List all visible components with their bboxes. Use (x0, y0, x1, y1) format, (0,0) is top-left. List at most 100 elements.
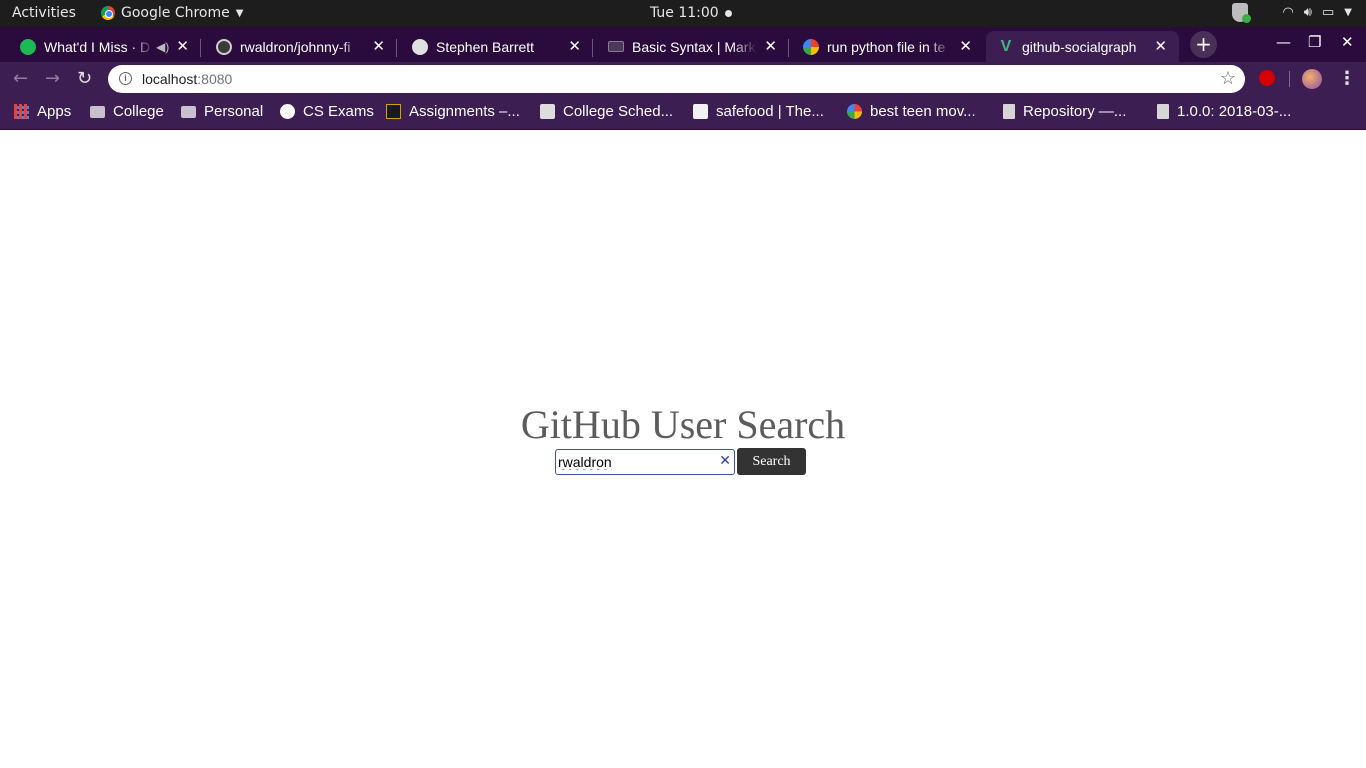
github-icon (216, 38, 232, 55)
safefood-icon (693, 104, 708, 119)
new-tab-button[interactable]: + (1190, 31, 1217, 58)
bookmark-assignments[interactable]: Assignments –... (386, 103, 520, 120)
tab-title: run python file in te (827, 38, 946, 55)
toolbar-divider (1289, 71, 1290, 87)
system-tray[interactable]: ◠ 🔊︎ ▭ ▼ (1232, 3, 1352, 23)
google-icon (803, 38, 819, 55)
caret-down-icon[interactable]: ▼ (1344, 7, 1352, 18)
cs-exams-icon (280, 104, 295, 119)
tab-separator (396, 39, 397, 57)
tab-title: Stephen Barrett (436, 38, 535, 55)
clock[interactable]: Tue 11:00 (650, 5, 732, 21)
folder-icon (90, 105, 105, 118)
spotify-icon (20, 38, 36, 55)
bookmark-college-schedule[interactable]: College Sched... (540, 103, 673, 120)
notification-dot-icon (724, 9, 732, 17)
address-bar[interactable]: i localhost:8080 ☆ (108, 65, 1245, 93)
apps-grid-icon (14, 104, 29, 119)
clock-label: Tue 11:00 (650, 5, 719, 21)
markdown-icon (608, 41, 624, 52)
wifi-icon[interactable]: ◠ (1282, 5, 1293, 20)
bookmark-label: College Sched... (563, 103, 674, 120)
bookmark-label: Assignments –... (409, 103, 520, 120)
bookmark-release[interactable]: 1.0.0: 2018-03-... (1157, 103, 1291, 120)
battery-icon[interactable]: ▭ (1322, 5, 1334, 20)
tab-markdown[interactable]: Basic Syntax | Mark ✕ (596, 31, 789, 62)
page-title: GitHub User Search (520, 402, 846, 447)
back-arrow-icon[interactable]: ← (13, 68, 28, 89)
bookmark-label: College (113, 103, 164, 120)
kebab-menu-icon[interactable]: ⋮ (1338, 68, 1356, 89)
close-icon[interactable]: ✕ (568, 37, 581, 55)
close-icon[interactable]: ✕ (1154, 37, 1167, 55)
tab-github-socialgraph[interactable]: V github-socialgraph ✕ (986, 31, 1179, 62)
close-icon[interactable]: ✕ (764, 37, 777, 55)
tab-github[interactable]: rwaldron/johnny-fi ✕ (204, 31, 397, 62)
tab-strip: What'd I Miss · D ◀) ✕ rwaldron/johnny-f… (0, 27, 1366, 62)
system-top-bar: Activities Google Chrome ▼ Tue 11:00 ◠ 🔊… (0, 0, 1366, 27)
volume-icon[interactable]: 🔊︎ (1304, 5, 1312, 20)
close-window-icon[interactable]: ✕ (1341, 33, 1354, 51)
bookmark-repository[interactable]: Repository —... (1003, 103, 1126, 120)
bookmark-label: CS Exams (303, 103, 374, 120)
close-icon[interactable]: ✕ (176, 37, 189, 55)
maximize-icon[interactable]: ❐ (1308, 33, 1321, 51)
clear-icon[interactable]: ✕ (719, 453, 731, 469)
tab-title: Basic Syntax | Mark (632, 38, 756, 55)
tab-separator (200, 39, 201, 57)
tab-spotify[interactable]: What'd I Miss · D ◀) ✕ (8, 31, 201, 62)
info-icon[interactable]: i (119, 72, 132, 85)
bookmark-label: Apps (37, 103, 72, 120)
bookmark-label: best teen mov... (870, 103, 976, 120)
schedule-icon (540, 104, 555, 119)
url-port: :8080 (197, 71, 233, 87)
url-text: localhost:8080 (142, 71, 232, 87)
bookmark-safefood[interactable]: safefood | The... (693, 103, 824, 120)
tab-google-search[interactable]: run python file in te ✕ (791, 31, 984, 62)
app-menu[interactable]: Google Chrome ▼ (101, 5, 243, 21)
bookmark-college[interactable]: College (90, 103, 164, 120)
close-icon[interactable]: ✕ (372, 37, 385, 55)
browser-toolbar: ← → ↻ i localhost:8080 ☆ ⋮ (0, 62, 1366, 96)
activities-button[interactable]: Activities (12, 5, 76, 21)
bookmark-label: 1.0.0: 2018-03-... (1177, 103, 1292, 120)
vue-icon: V (1000, 37, 1012, 55)
minimize-icon[interactable]: — (1276, 33, 1291, 51)
bookmark-label: Personal (204, 103, 264, 120)
bookmark-best-teen-movies[interactable]: best teen mov... (847, 103, 976, 120)
tab-title: What'd I Miss · D (44, 38, 151, 55)
bookmark-cs-exams[interactable]: CS Exams (280, 103, 374, 120)
chrome-icon (101, 6, 115, 20)
extension-icon[interactable] (1259, 70, 1275, 86)
repository-icon (1157, 104, 1169, 119)
bookmark-personal[interactable]: Personal (181, 103, 263, 120)
app-menu-label: Google Chrome (121, 5, 230, 21)
reload-icon[interactable]: ↻ (77, 68, 92, 89)
tab-separator (592, 39, 593, 57)
tab-title: rwaldron/johnny-fi (240, 38, 351, 55)
google-icon (847, 104, 862, 119)
profile-avatar[interactable] (1302, 69, 1322, 89)
tab-title: github-socialgraph (1022, 38, 1137, 55)
search-form: ✕ Search (555, 448, 806, 475)
search-button[interactable]: Search (737, 448, 806, 475)
bookmark-apps[interactable]: Apps (14, 103, 71, 120)
search-input[interactable] (555, 448, 735, 475)
bookmark-label: Repository —... (1023, 103, 1127, 120)
bookmarks-bar: Apps College Personal CS Exams Assignmen… (0, 96, 1366, 130)
folder-icon (181, 105, 196, 118)
search-input-wrapper: ✕ (555, 448, 735, 475)
blackboard-icon (386, 104, 401, 119)
page-content: GitHub User Search ✕ Search (0, 131, 1366, 768)
repository-icon (1003, 104, 1015, 119)
tab-stephen-barrett[interactable]: Stephen Barrett ✕ (400, 31, 593, 62)
bookmark-label: safefood | The... (716, 103, 824, 120)
speaker-icon[interactable]: ◀) (156, 40, 169, 54)
caret-down-icon: ▼ (235, 7, 244, 19)
close-icon[interactable]: ✕ (959, 37, 972, 55)
star-icon[interactable]: ☆ (1220, 68, 1236, 89)
globe-icon (412, 38, 428, 55)
tab-separator (788, 39, 789, 57)
forward-arrow-icon[interactable]: → (45, 68, 60, 89)
shield-icon[interactable] (1232, 3, 1252, 23)
